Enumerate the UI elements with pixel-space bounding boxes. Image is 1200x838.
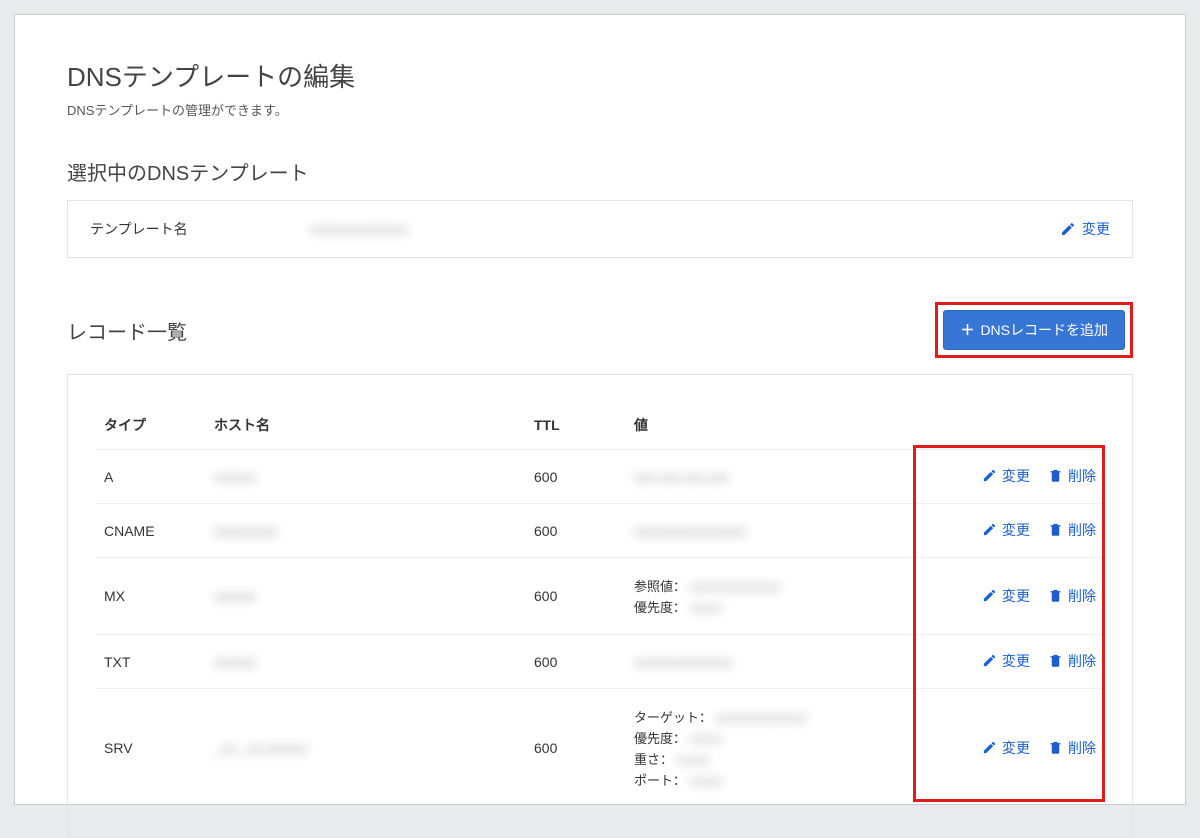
delete-label: 削除 [1068, 466, 1096, 486]
delete-record-button[interactable]: 削除 [1048, 466, 1096, 486]
value-text: xxxxxxxxxxxxxx [634, 654, 732, 670]
value-port: ポート： xxxxx [634, 770, 916, 789]
delete-record-button[interactable]: 削除 [1048, 651, 1096, 671]
cell-type: CNAME [96, 504, 206, 558]
page-container: DNSテンプレートの編集 DNSテンプレートの管理ができます。 選択中のDNSテ… [14, 14, 1186, 805]
cell-host: _xx._xx.xxxxxx [206, 689, 526, 808]
cell-actions: 変更 削除 [924, 689, 1104, 808]
edit-template-label: 変更 [1082, 219, 1110, 239]
table-row: SRV_xx._xx.xxxxxx600ターゲット： xxxxxxxxxxxxx… [96, 689, 1104, 808]
pencil-icon [982, 740, 998, 756]
pencil-icon [982, 522, 998, 538]
th-host: ホスト名 [206, 393, 526, 450]
add-dns-record-button[interactable]: ＋ DNSレコードを追加 [943, 310, 1125, 350]
delete-record-button[interactable]: 削除 [1048, 586, 1096, 606]
cell-ttl: 600 [526, 504, 626, 558]
edit-record-button[interactable]: 変更 [982, 738, 1030, 758]
cell-actions: 変更 削除 [924, 450, 1104, 504]
edit-record-button[interactable]: 変更 [982, 466, 1030, 486]
pencil-icon [982, 588, 998, 604]
cell-ttl: 600 [526, 689, 626, 808]
selected-template-panel: テンプレート名 xxxxxxxxxxxxxx 変更 [67, 200, 1133, 258]
trash-icon [1048, 653, 1064, 669]
pencil-icon [1060, 221, 1076, 237]
cell-host: xxxxxx [206, 635, 526, 689]
th-ttl: TTL [526, 393, 626, 450]
selected-template-heading: 選択中のDNSテンプレート [67, 157, 1133, 186]
table-row: TXTxxxxxx600 xxxxxxxxxxxxxx 変更 削除 [96, 635, 1104, 689]
page-title: DNSテンプレートの編集 [67, 57, 1133, 94]
cell-actions: 変更 削除 [924, 558, 1104, 635]
value-priority: 優先度： xxxxx [634, 597, 916, 616]
pencil-icon [982, 468, 998, 484]
records-heading: レコード一覧 [67, 316, 187, 345]
th-value: 値 [626, 393, 924, 450]
cell-ttl: 600 [526, 450, 626, 504]
cell-host: xxxxxxxxx [206, 504, 526, 558]
cell-type: SRV [96, 689, 206, 808]
cell-ttl: 600 [526, 635, 626, 689]
trash-icon [1048, 468, 1064, 484]
cell-value: xxxxxxxxxxxxxxxx [626, 504, 924, 558]
edit-label: 変更 [1002, 586, 1030, 606]
value-reference: 参照値： xxxxxxxxxxxxxx [634, 576, 916, 595]
cell-actions: 変更 削除 [924, 635, 1104, 689]
trash-icon [1048, 740, 1064, 756]
cell-value: 参照値： xxxxxxxxxxxxxx 優先度： xxxxx [626, 558, 924, 635]
records-table: タイプ ホスト名 TTL 値 Axxxxxx600xxx.xxx.xxx.xxx… [96, 393, 1104, 807]
add-dns-record-label: DNSレコードを追加 [980, 320, 1108, 340]
cell-actions: 変更 削除 [924, 504, 1104, 558]
cell-type: MX [96, 558, 206, 635]
cell-type: TXT [96, 635, 206, 689]
trash-icon [1048, 522, 1064, 538]
value-priority: 優先度： xxxxx [634, 728, 916, 747]
delete-label: 削除 [1068, 738, 1096, 758]
page-subtitle: DNSテンプレートの管理ができます。 [67, 100, 1133, 119]
template-name-value: xxxxxxxxxxxxxx [310, 221, 1060, 237]
delete-record-button[interactable]: 削除 [1048, 738, 1096, 758]
cell-value: xxxxxxxxxxxxxx [626, 635, 924, 689]
edit-label: 変更 [1002, 466, 1030, 486]
value-text: xxx.xxx.xxx.xxx [634, 469, 730, 485]
template-name-label: テンプレート名 [90, 219, 310, 239]
records-panel: タイプ ホスト名 TTL 値 Axxxxxx600xxx.xxx.xxx.xxx… [67, 374, 1133, 838]
cell-value: ターゲット： xxxxxxxxxxxxxx 優先度： xxxxx 重さ： xxxxx… [626, 689, 924, 808]
th-actions [924, 393, 1104, 450]
value-weight: 重さ： xxxxx [634, 749, 916, 768]
cell-host: xxxxxx [206, 558, 526, 635]
table-row: CNAMExxxxxxxxx600 xxxxxxxxxxxxxxxx 変更 削除 [96, 504, 1104, 558]
table-row: Axxxxxx600 xxx.xxx.xxx.xxx 変更 削除 [96, 450, 1104, 504]
delete-label: 削除 [1068, 651, 1096, 671]
value-text: xxxxxxxxxxxxxxxx [634, 523, 746, 539]
plus-icon: ＋ [960, 320, 974, 340]
edit-label: 変更 [1002, 520, 1030, 540]
highlight-add-button: ＋ DNSレコードを追加 [935, 302, 1133, 358]
pencil-icon [982, 653, 998, 669]
trash-icon [1048, 588, 1064, 604]
cell-type: A [96, 450, 206, 504]
edit-label: 変更 [1002, 738, 1030, 758]
delete-record-button[interactable]: 削除 [1048, 520, 1096, 540]
cell-value: xxx.xxx.xxx.xxx [626, 450, 924, 504]
value-target: ターゲット： xxxxxxxxxxxxxx [634, 707, 916, 726]
edit-template-button[interactable]: 変更 [1060, 219, 1110, 239]
table-row: MXxxxxxx600 参照値： xxxxxxxxxxxxxx 優先度： xxxxx… [96, 558, 1104, 635]
edit-record-button[interactable]: 変更 [982, 520, 1030, 540]
cell-host: xxxxxx [206, 450, 526, 504]
cell-ttl: 600 [526, 558, 626, 635]
th-type: タイプ [96, 393, 206, 450]
delete-label: 削除 [1068, 586, 1096, 606]
edit-label: 変更 [1002, 651, 1030, 671]
delete-label: 削除 [1068, 520, 1096, 540]
edit-record-button[interactable]: 変更 [982, 651, 1030, 671]
edit-record-button[interactable]: 変更 [982, 586, 1030, 606]
